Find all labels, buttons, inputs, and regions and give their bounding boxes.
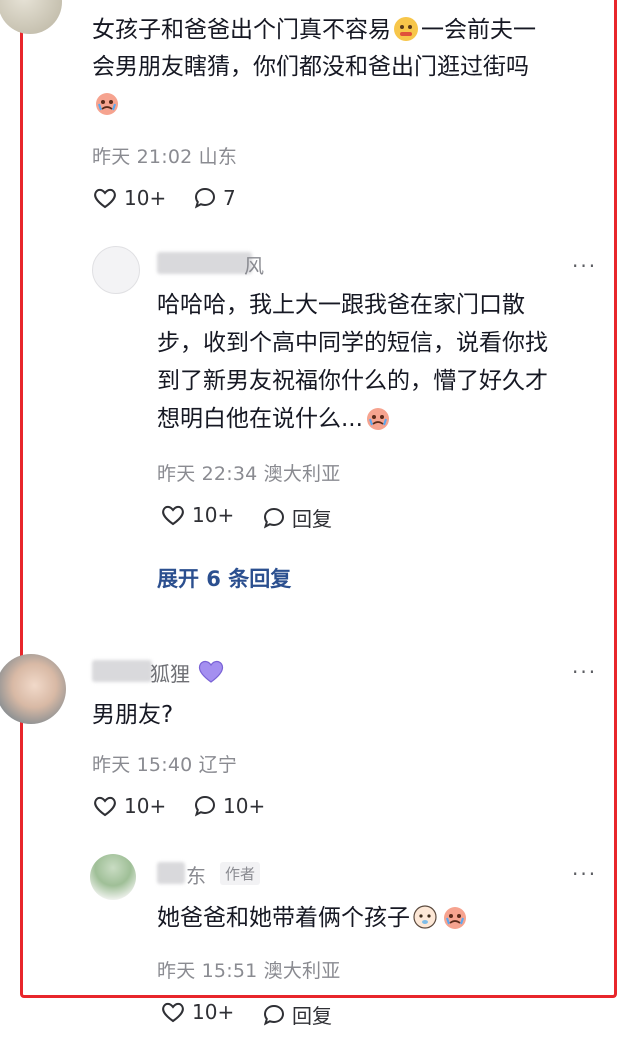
heart-icon — [162, 505, 184, 526]
reply-text: 哈哈哈，我上大一跟我爸在家门口散 步，收到个高中同学的短信，说看你找 到了新男友… — [157, 292, 548, 432]
expand-replies-button[interactable]: 展开 6 条回复 — [157, 563, 291, 593]
heart-icon — [94, 796, 116, 817]
comment-bubble-icon — [263, 507, 285, 528]
crying-emoji-icon — [94, 90, 120, 116]
reply-button[interactable]: 回复 — [262, 503, 332, 532]
author-badge: 作者 — [220, 862, 261, 885]
comment-meta: 昨天 21:02 山东 — [92, 146, 238, 168]
comment-text: 女孩子和爸爸出个门真不容易 一会前夫一 会男朋友瞎猜，你们都没和爸出门逛过街吗 — [92, 12, 612, 123]
comment-bubble-icon — [263, 1004, 285, 1025]
crying-emoji-icon — [365, 405, 391, 431]
comment-meta: 昨天 15:40 辽宁 — [92, 754, 238, 776]
username: 风 — [244, 254, 264, 278]
username: 东 — [186, 864, 206, 888]
avatar[interactable] — [92, 246, 140, 294]
like-button[interactable]: 10+ — [160, 1000, 234, 1024]
avatar[interactable] — [0, 0, 62, 34]
like-button[interactable]: 10+ — [160, 503, 234, 527]
comment-button[interactable]: 10+ — [193, 794, 265, 818]
avatar[interactable] — [0, 654, 66, 724]
baby-face-emoji-icon — [412, 904, 438, 930]
heart-icon — [162, 1002, 184, 1023]
comment-text: 男朋友? — [92, 702, 174, 728]
like-button[interactable]: 10+ — [92, 186, 166, 210]
reply-text: 她爸爸和她带着俩个孩子 — [157, 900, 470, 937]
blurred-username — [157, 862, 185, 884]
more-options-icon[interactable]: ··· — [572, 254, 597, 278]
more-options-icon[interactable]: ··· — [572, 660, 597, 684]
reply-meta: 昨天 22:34 澳大利亚 — [157, 463, 341, 485]
blurred-username — [92, 660, 152, 682]
heart-icon — [94, 188, 116, 209]
comment-button[interactable]: 7 — [193, 186, 236, 210]
reply-button[interactable]: 回复 — [262, 1000, 332, 1029]
comment-bubble-icon — [194, 795, 216, 817]
crying-emoji-icon — [442, 904, 468, 930]
avatar[interactable] — [90, 854, 136, 900]
more-options-icon[interactable]: ··· — [572, 862, 597, 886]
reply-meta: 昨天 15:51 澳大利亚 — [157, 960, 341, 982]
grimace-emoji-icon — [393, 16, 419, 42]
blurred-username — [157, 252, 252, 274]
comment-bubble-icon — [194, 187, 216, 209]
like-button[interactable]: 10+ — [92, 794, 166, 818]
username: 狐狸 — [150, 662, 190, 686]
purple-heart-icon — [196, 658, 226, 688]
